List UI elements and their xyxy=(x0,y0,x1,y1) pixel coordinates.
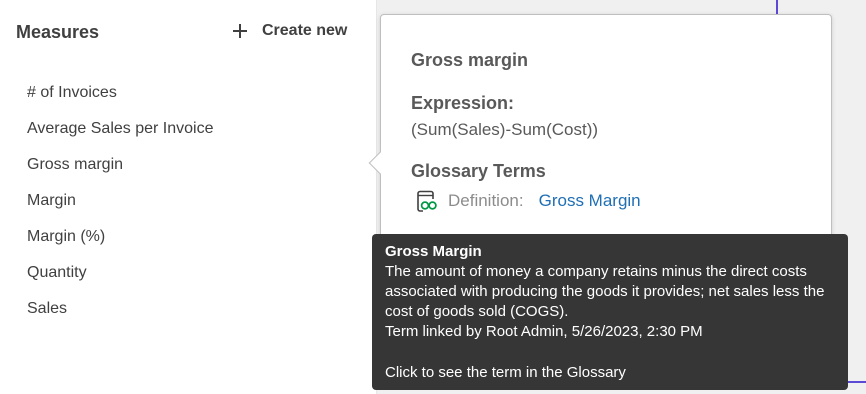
create-new-label: Create new xyxy=(262,22,348,39)
expression-label: Expression: xyxy=(411,93,515,113)
measure-item[interactable]: Gross margin xyxy=(27,154,213,190)
measure-item[interactable]: Margin xyxy=(27,190,213,226)
tooltip-description: The amount of money a company retains mi… xyxy=(385,263,825,320)
glossary-definition-row: Definition: Gross Margin xyxy=(415,189,641,213)
measures-panel: Measures Create new # of Invoices Averag… xyxy=(0,0,377,394)
tooltip-linked-by: Term linked by Root Admin, 5/26/2023, 2:… xyxy=(385,323,703,340)
popover-title: Gross margin xyxy=(411,50,529,70)
background-divider xyxy=(776,0,778,14)
measure-details-popover: Gross margin Expression: (Sum(Sales)-Sum… xyxy=(368,14,832,250)
measure-item[interactable]: Sales xyxy=(27,298,213,334)
measure-item[interactable]: Average Sales per Invoice xyxy=(27,118,213,154)
background-accent-line xyxy=(848,381,866,383)
glossary-tooltip[interactable]: Gross Margin The amount of money a compa… xyxy=(372,234,848,390)
measure-item[interactable]: # of Invoices xyxy=(27,82,213,118)
glossary-term-link[interactable]: Gross Margin xyxy=(539,191,641,211)
definition-label: Definition: xyxy=(448,191,524,210)
create-new-button[interactable]: Create new xyxy=(232,22,347,40)
plus-icon xyxy=(232,23,248,39)
glossary-terms-label: Glossary Terms xyxy=(411,161,546,181)
glossary-icon xyxy=(417,190,437,212)
measure-item[interactable]: Quantity xyxy=(27,262,213,298)
expression-value: (Sum(Sales)-Sum(Cost)) xyxy=(411,120,599,139)
tooltip-title: Gross Margin xyxy=(385,243,482,260)
measure-list: # of Invoices Average Sales per Invoice … xyxy=(27,82,213,334)
tooltip-cta: Click to see the term in the Glossary xyxy=(385,364,626,381)
measure-item[interactable]: Margin (%) xyxy=(27,226,213,262)
measures-title: Measures xyxy=(16,22,100,42)
